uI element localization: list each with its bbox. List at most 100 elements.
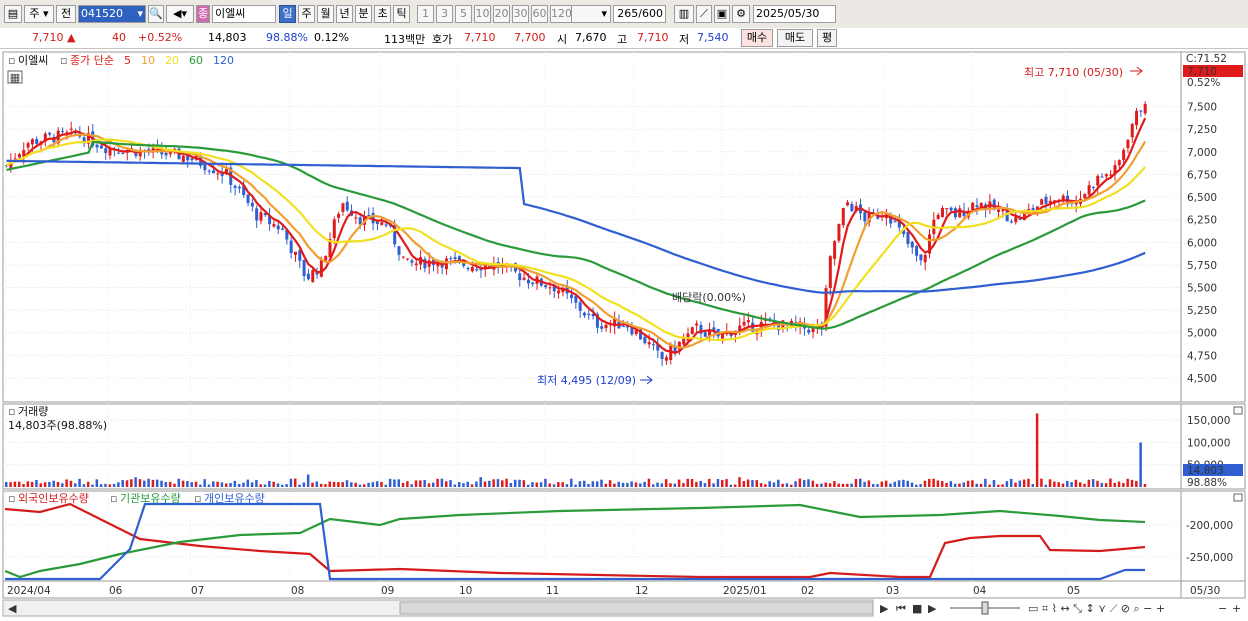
volume-bar bbox=[74, 483, 77, 487]
candle-body bbox=[544, 285, 548, 288]
volume-bar bbox=[453, 484, 457, 487]
market-select[interactable]: 주 ▾ bbox=[24, 5, 54, 23]
low-annotation: 최저 4,495 (12/09) bbox=[537, 374, 636, 387]
x-axis-label: 03 bbox=[886, 585, 899, 597]
ask-price: 7,710 bbox=[464, 31, 496, 44]
volume-bar bbox=[224, 483, 228, 487]
volume-bar bbox=[798, 478, 802, 487]
volume-bar bbox=[1035, 413, 1039, 487]
volume-bar bbox=[1083, 483, 1086, 487]
volume-bar bbox=[263, 484, 267, 487]
rewind-icon[interactable]: ⏮ bbox=[896, 602, 906, 615]
candle-body bbox=[910, 241, 914, 248]
draw-line-icon[interactable]: ⟋ bbox=[696, 5, 712, 23]
volume-bar bbox=[48, 481, 51, 487]
interval-button-5[interactable]: 5 bbox=[455, 5, 472, 23]
volume-bar bbox=[328, 481, 331, 487]
zoom-out-icon[interactable]: − bbox=[1218, 602, 1227, 615]
interval-button-120[interactable]: 120 bbox=[550, 5, 572, 23]
speaker-icon[interactable]: ◀▾ bbox=[166, 5, 194, 23]
count-field[interactable]: 265/600 bbox=[613, 5, 666, 23]
period-tab-3[interactable]: 년 bbox=[336, 5, 353, 23]
volume-bar bbox=[802, 480, 806, 487]
sell-button[interactable]: 매도 bbox=[777, 29, 813, 47]
period-tab-2[interactable]: 월 bbox=[317, 5, 334, 23]
volume-bar bbox=[56, 482, 60, 487]
x-axis-label: 07 bbox=[191, 585, 204, 597]
volume-panel-close-icon[interactable] bbox=[1233, 406, 1243, 415]
name-prefix-badge: 종 bbox=[196, 5, 210, 23]
volume-bar bbox=[121, 480, 124, 487]
candle-body bbox=[1135, 110, 1139, 126]
volume-bar bbox=[91, 484, 94, 487]
gear-icon[interactable]: ⚙ bbox=[732, 5, 750, 23]
period-tab-6[interactable]: 틱 bbox=[393, 5, 410, 23]
volume-bar bbox=[246, 479, 250, 487]
window-menu-icon[interactable]: ▤ bbox=[4, 5, 22, 23]
interval-select[interactable]: ▾ bbox=[571, 5, 611, 23]
volume-bar bbox=[134, 477, 137, 487]
stock-code-input[interactable]: 041520 ▾ bbox=[78, 5, 146, 23]
chart-canvas[interactable]: 7,500 7,250 7,000 6,750 6,500 6,250 6,000 5,750… bbox=[0, 49, 1248, 621]
exchange-button[interactable]: 전 bbox=[56, 5, 76, 23]
volume-bar bbox=[686, 478, 689, 487]
volume-bar bbox=[988, 484, 991, 487]
date-field[interactable]: 2025/05/30 bbox=[753, 5, 836, 23]
candle-body bbox=[237, 186, 241, 189]
toolbar-icons-right[interactable]: ▭ ⌗ ⌇ ↔ ⤡ ↕ ⋎ ⟋ ⊘ ⌕ − + bbox=[1028, 602, 1165, 615]
x-axis-label: 04 bbox=[973, 585, 987, 597]
interval-button-60[interactable]: 60 bbox=[531, 5, 548, 23]
volume-bar bbox=[820, 483, 823, 487]
buy-button[interactable]: 매수 bbox=[741, 29, 773, 47]
dividend-annotation: 배당락(0.00%) bbox=[672, 291, 746, 304]
search-icon[interactable]: 🔍 bbox=[148, 5, 164, 23]
volume-bar bbox=[932, 478, 935, 487]
volume-bar bbox=[673, 483, 677, 487]
stop-icon[interactable]: ■ bbox=[912, 602, 922, 615]
save-icon[interactable]: ▣ bbox=[714, 5, 730, 23]
volume-bar bbox=[397, 479, 401, 487]
scroll-right-icon[interactable]: ▶ bbox=[880, 602, 889, 615]
candle-body bbox=[1143, 103, 1147, 114]
candle-body bbox=[203, 164, 207, 171]
period-tab-5[interactable]: 초 bbox=[374, 5, 391, 23]
candle-body bbox=[61, 130, 65, 132]
volume-bar bbox=[1014, 482, 1017, 487]
interval-button-3[interactable]: 3 bbox=[436, 5, 453, 23]
candle-type-icon[interactable]: ▥ bbox=[674, 5, 694, 23]
low-label: 저 bbox=[679, 33, 690, 46]
high-label: 고 bbox=[617, 33, 628, 46]
stock-name-field[interactable]: 이엘씨 bbox=[212, 5, 276, 23]
volume-bar bbox=[17, 481, 21, 487]
interval-button-1[interactable]: 1 bbox=[417, 5, 434, 23]
legend-ma-label: 종가 단순 bbox=[70, 54, 114, 67]
volume-bar bbox=[608, 480, 612, 487]
price-panel-marker: ▫ bbox=[8, 54, 15, 67]
scrollbar-thumb[interactable] bbox=[399, 601, 874, 615]
volume-bar bbox=[634, 482, 638, 487]
volume-bar bbox=[971, 480, 974, 487]
interval-button-30[interactable]: 30 bbox=[512, 5, 529, 23]
volume-bar bbox=[35, 479, 38, 487]
candle-body bbox=[293, 251, 297, 255]
holding-panel-close-icon[interactable] bbox=[1233, 493, 1243, 502]
legend-ma-period: 10 bbox=[141, 54, 155, 67]
period-tab-1[interactable]: 주 bbox=[298, 5, 315, 23]
interval-button-10[interactable]: 10 bbox=[474, 5, 491, 23]
candle-body bbox=[26, 143, 30, 148]
evaluate-button[interactable]: 평 bbox=[817, 29, 837, 47]
volume-bar bbox=[876, 484, 879, 487]
volume-ratio: 98.88% bbox=[266, 31, 308, 44]
candle-body bbox=[1117, 160, 1121, 166]
period-tab-0[interactable]: 일 bbox=[279, 5, 296, 23]
scroll-left-icon[interactable]: ◀ bbox=[8, 602, 17, 615]
volume-bar bbox=[1113, 482, 1116, 487]
volume-bar bbox=[522, 480, 526, 487]
interval-button-20[interactable]: 20 bbox=[493, 5, 510, 23]
zoom-slider-handle[interactable] bbox=[981, 601, 989, 615]
zoom-in-icon[interactable]: + bbox=[1232, 602, 1241, 615]
volume-bar bbox=[703, 483, 707, 487]
period-tab-4[interactable]: 분 bbox=[355, 5, 372, 23]
play-icon[interactable]: ▶ bbox=[928, 602, 937, 615]
volume-bar bbox=[755, 480, 758, 487]
